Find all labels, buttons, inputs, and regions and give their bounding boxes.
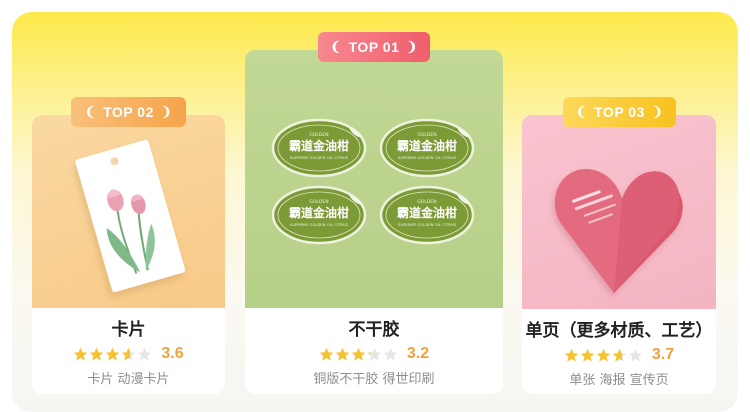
- svg-text:霸道金油柑: 霸道金油柑: [289, 138, 349, 153]
- svg-text:霸道金油柑: 霸道金油柑: [397, 205, 457, 220]
- star-filled-icon: [90, 347, 104, 361]
- star-empty-icon: [383, 347, 398, 361]
- card-info: 不干胶 3.2 铜版不干胶 得世印刷: [245, 308, 503, 388]
- star-half-icon: [122, 347, 136, 361]
- card-title: 不干胶: [348, 320, 400, 339]
- star-filled-icon: [74, 347, 88, 361]
- svg-text:霸道金油柑: 霸道金油柑: [289, 205, 349, 220]
- star-rating: [319, 347, 398, 362]
- sticker-1: GOLDEN霸道金油柑 SUPERME GOLDEN OIL CITRUS: [271, 118, 367, 178]
- rating-row: 3.6: [32, 344, 225, 364]
- laurel-right-icon: ❩: [160, 104, 173, 119]
- svg-text:SUPERME GOLDEN OIL CITRUS: SUPERME GOLDEN OIL CITRUS: [398, 222, 457, 227]
- product-card-top03[interactable]: 单页（更多材质、工艺） 3.7 单张 海报 宣传页: [522, 115, 716, 394]
- star-filled-icon: [351, 347, 366, 361]
- card-title: 卡片: [111, 320, 146, 339]
- star-half-icon: [612, 348, 627, 362]
- svg-text:GOLDEN: GOLDEN: [417, 132, 436, 138]
- star-empty-icon: [138, 347, 152, 361]
- laurel-left-icon: ❨: [330, 39, 342, 54]
- rank-badge-top02: ❨ TOP 02 ❩: [71, 97, 186, 127]
- product-card-top02[interactable]: 卡片 3.6 卡片 动漫卡片: [32, 115, 225, 394]
- star-filled-icon: [335, 347, 350, 361]
- svg-text:SUPERME GOLDEN OIL CITRUS: SUPERME GOLDEN OIL CITRUS: [290, 155, 349, 160]
- star-rating: [73, 347, 152, 362]
- rating-score: 3.7: [651, 346, 675, 363]
- svg-text:霸道金油柑: 霸道金油柑: [397, 138, 457, 153]
- star-rating: [564, 348, 643, 363]
- card-subtitle: 铜版不干胶 得世印刷: [313, 372, 435, 387]
- sticker-sheet-illustration: GOLDEN霸道金油柑SUPERME GOLDEN OIL CITRUSGOLD…: [271, 118, 475, 245]
- sticker-2: GOLDEN霸道金油柑 SUPERME GOLDEN OIL CITRUS: [379, 118, 475, 178]
- heart-flyer-illustration: [554, 169, 683, 293]
- star-filled-icon: [580, 348, 595, 362]
- hang-tag-illustration: [75, 139, 186, 293]
- sticker-3: GOLDEN霸道金油柑 SUPERME GOLDEN OIL CITRUS: [271, 185, 367, 245]
- laurel-left-icon: ❨: [84, 104, 97, 119]
- card-info: 单页（更多材质、工艺） 3.7 单张 海报 宣传页: [522, 309, 716, 389]
- svg-text:GOLDEN: GOLDEN: [309, 132, 328, 138]
- laurel-left-icon: ❨: [575, 104, 588, 119]
- product-image-card: [32, 115, 225, 308]
- svg-text:GOLDEN: GOLDEN: [309, 199, 328, 205]
- rank-badge-top01: ❨ TOP 01 ❩: [318, 32, 430, 62]
- laurel-right-icon: ❩: [651, 104, 664, 119]
- rank-badge-label: TOP 03: [594, 104, 645, 120]
- star-filled-icon: [106, 347, 120, 361]
- oval-sticker: GOLDEN霸道金油柑SUPERME GOLDEN OIL CITRUSGOLD…: [271, 118, 475, 245]
- card-subtitle: 卡片 动漫卡片: [87, 372, 170, 387]
- star-filled-icon: [596, 348, 611, 362]
- laurel-right-icon: ❩: [406, 39, 418, 54]
- rating-score: 3.2: [406, 345, 430, 362]
- star-filled-icon: [564, 348, 579, 362]
- svg-text:SUPERME GOLDEN OIL CITRUS: SUPERME GOLDEN OIL CITRUS: [290, 222, 349, 227]
- rank-badge-label: TOP 02: [103, 104, 154, 120]
- svg-text:GOLDEN: GOLDEN: [417, 199, 436, 205]
- card-subtitle: 单张 海报 宣传页: [569, 373, 669, 388]
- product-image-sticker: GOLDEN 霸道金油柑 SUPERME GOLDEN OIL CITRUS GOLD…: [245, 50, 503, 308]
- rating-score: 3.6: [161, 345, 184, 362]
- card-title: 单页（更多材质、工艺）: [525, 321, 713, 340]
- svg-text:SUPERME GOLDEN OIL CITRUS: SUPERME GOLDEN OIL CITRUS: [398, 155, 457, 160]
- rank-badge-label: TOP 01: [348, 39, 400, 55]
- product-image-flyer: [522, 115, 716, 309]
- star-filled-icon: [319, 347, 334, 361]
- card-info: 卡片 3.6 卡片 动漫卡片: [32, 308, 225, 388]
- product-card-top01[interactable]: GOLDEN 霸道金油柑 SUPERME GOLDEN OIL CITRUS GOLD…: [245, 50, 503, 394]
- star-empty-icon: [628, 348, 643, 362]
- rating-row: 3.7: [522, 345, 716, 365]
- sticker-4: GOLDEN霸道金油柑 SUPERME GOLDEN OIL CITRUS: [379, 185, 475, 245]
- rank-badge-top03: ❨ TOP 03 ❩: [563, 97, 676, 127]
- star-half-icon: [367, 347, 382, 361]
- rating-row: 3.2: [245, 344, 503, 364]
